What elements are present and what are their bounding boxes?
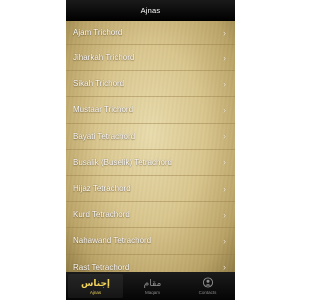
list-item[interactable]: Hijaz Tetrachord › [66,176,235,203]
chevron-right-icon: › [223,262,226,272]
chevron-right-icon: › [223,52,226,63]
list-item-label: Ajam Trichord [73,28,123,37]
list-item[interactable]: Sikah Trichord › [66,71,235,98]
list-item[interactable]: Rast Tetrachord › [66,255,235,272]
list-item[interactable]: Jiharkah Trichord › [66,45,235,72]
maqam-arabic-icon: مقام [143,277,162,288]
list-item-label: Hijaz Tetrachord [73,184,131,194]
list-item[interactable]: Ajam Trichord › [66,21,235,45]
navigation-bar: Ajnas [66,0,235,21]
chevron-right-icon: › [223,104,226,115]
list-item-label: Jiharkah Trichord [73,53,135,63]
chevron-right-icon: › [223,131,226,142]
ajnas-list[interactable]: Ajam Trichord › Jiharkah Trichord › Sika… [66,21,235,272]
page-title: Ajnas [140,6,161,15]
ajnas-arabic-icon: إجناس [80,277,111,288]
list-item[interactable]: Kurd Tetrachord › [66,202,235,229]
list-item-label: Kurd Tetrachord [73,210,130,220]
chevron-right-icon: › [223,27,226,38]
tab-bar: إجناس Ajnas مقام Maqam Contacts [66,272,235,300]
chevron-right-icon: › [223,78,226,89]
tab-ajnas[interactable]: إجناس Ajnas [68,274,123,298]
list-item-label: Mustaar Trichord [73,105,134,115]
list-item-label: Sikah Trichord [73,79,125,89]
contact-icon [202,277,213,288]
list-item-label: Nahawand Tetrachord [73,236,152,246]
chevron-right-icon: › [223,235,226,246]
tab-label: Contacts [198,290,217,295]
tab-contacts[interactable]: Contacts [180,272,235,300]
chevron-right-icon: › [223,157,226,168]
list-item[interactable]: Bayati Tetrachord › [66,124,235,150]
tab-label: Ajnas [89,290,102,295]
list-item-label: Bayati Tetrachord [73,131,136,141]
chevron-right-icon: › [223,209,226,220]
tab-maqam[interactable]: مقام Maqam [125,272,180,300]
app-screen: Ajnas Ajam Trichord › Jiharkah Trichord … [66,0,235,300]
list-item[interactable]: Mustaar Trichord › [66,97,235,124]
list-item-label: Busalik (Buselik) Tetrachord [73,157,173,167]
list-item[interactable]: Nahawand Tetrachord › [66,228,235,255]
list-item-label: Rast Tetrachord [73,262,130,272]
chevron-right-icon: › [223,183,226,194]
tab-label: Maqam [144,290,160,295]
list-item[interactable]: Busalik (Buselik) Tetrachord › [66,150,235,176]
